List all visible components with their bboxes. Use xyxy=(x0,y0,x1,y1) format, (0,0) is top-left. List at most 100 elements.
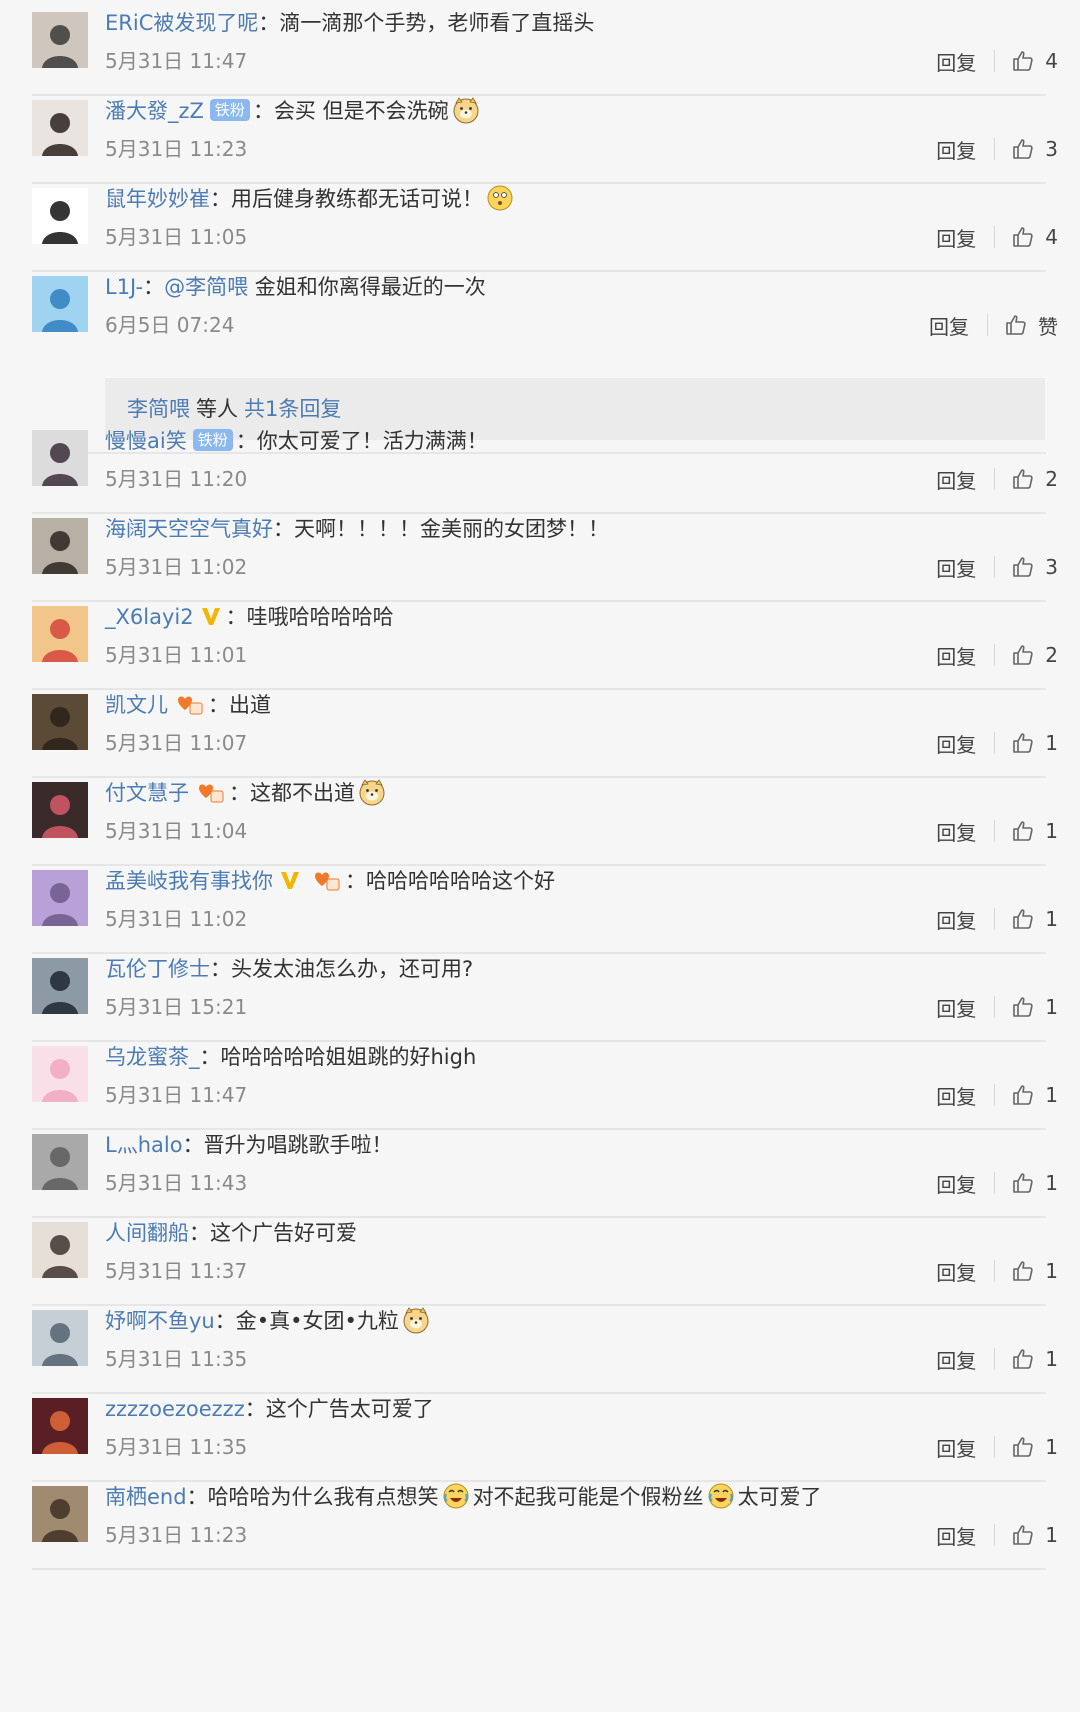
avatar[interactable] xyxy=(32,1398,88,1454)
username[interactable]: 瓦伦丁修士 xyxy=(105,957,210,981)
avatar[interactable] xyxy=(32,1310,88,1366)
comment-actions: 回复 1 xyxy=(936,1078,1058,1112)
reply-button[interactable]: 回复 xyxy=(936,465,976,494)
comment-body: _X6layi2 ：哇哦哈哈哈哈哈 xyxy=(105,600,1056,634)
like-button[interactable]: 1 xyxy=(1011,1523,1058,1547)
reply-button[interactable]: 回复 xyxy=(936,553,976,582)
comment-body: ERiC被发现了呢：滴一滴那个手势，老师看了直摇头 xyxy=(105,6,1056,40)
reply-button[interactable]: 回复 xyxy=(936,1081,976,1110)
comment-actions: 回复 1 xyxy=(936,726,1058,760)
reply-button[interactable]: 回复 xyxy=(936,817,976,846)
comment-text: 太可爱了 xyxy=(737,1485,822,1509)
avatar[interactable] xyxy=(32,606,88,662)
avatar[interactable] xyxy=(32,100,88,156)
like-button[interactable]: 2 xyxy=(1011,643,1058,667)
like-button[interactable]: 1 xyxy=(1011,1171,1058,1195)
avatar[interactable] xyxy=(32,1046,88,1102)
reply-button[interactable]: 回复 xyxy=(936,1521,976,1550)
like-button[interactable]: 1 xyxy=(1011,1083,1058,1107)
username[interactable]: 鼠年妙妙崔 xyxy=(105,187,210,211)
like-button[interactable]: 1 xyxy=(1011,819,1058,843)
username[interactable]: 人间翻船 xyxy=(105,1221,189,1245)
avatar[interactable] xyxy=(32,1222,88,1278)
username[interactable]: 孟美岐我有事找你 xyxy=(105,869,273,893)
comment-text: 用后健身教练都无话可说！ xyxy=(231,187,483,211)
comment-time: 5月31日 11:23 xyxy=(105,1523,248,1547)
avatar[interactable] xyxy=(32,958,88,1014)
avatar[interactable] xyxy=(32,870,88,926)
like-count: 4 xyxy=(1045,49,1058,73)
like-button[interactable]: 1 xyxy=(1011,995,1058,1019)
mention-link[interactable]: @李简喂 xyxy=(164,275,248,299)
username[interactable]: 凯文儿 xyxy=(105,693,168,717)
like-button[interactable]: 1 xyxy=(1011,1435,1058,1459)
like-button[interactable]: 1 xyxy=(1011,907,1058,931)
username[interactable]: ERiC被发现了呢 xyxy=(105,11,258,35)
thumbs-up-icon xyxy=(1013,909,1033,929)
separator-colon: ： xyxy=(258,11,280,35)
separator-colon: ： xyxy=(229,781,250,805)
separator-colon: ： xyxy=(210,187,231,211)
reply-button[interactable]: 回复 xyxy=(929,311,969,340)
thumbs-up-icon xyxy=(1013,227,1033,247)
avatar[interactable] xyxy=(32,12,88,68)
like-count: 4 xyxy=(1045,225,1058,249)
username[interactable]: L1J- xyxy=(105,275,143,299)
like-button[interactable]: 4 xyxy=(1011,49,1058,73)
like-count: 1 xyxy=(1045,1259,1058,1283)
like-button[interactable]: 3 xyxy=(1011,555,1058,579)
reply-button[interactable]: 回复 xyxy=(936,905,976,934)
like-button[interactable]: 1 xyxy=(1011,1347,1058,1371)
comment-item: 潘大發_zZ 铁粉 ：会买 但是不会洗碗 5月31日 11:23 回复 3 xyxy=(0,88,1080,184)
reply-button[interactable]: 回复 xyxy=(936,993,976,1022)
reply-button[interactable]: 回复 xyxy=(936,1433,976,1462)
username[interactable]: 付文慧子 xyxy=(105,781,189,805)
comment-body: 凯文儿 ：出道 xyxy=(105,688,1056,722)
avatar[interactable] xyxy=(32,518,88,574)
username[interactable]: 潘大發_zZ xyxy=(105,99,204,123)
action-divider xyxy=(994,226,996,248)
avatar[interactable] xyxy=(32,430,88,486)
like-button[interactable]: 1 xyxy=(1011,731,1058,755)
comment-text: 这都不出道 xyxy=(250,781,355,805)
username[interactable]: 妤啊不鱼yu xyxy=(105,1309,215,1333)
username[interactable]: _X6layi2 xyxy=(105,605,194,629)
avatar[interactable] xyxy=(32,276,88,332)
like-button[interactable]: 4 xyxy=(1011,225,1058,249)
like-button[interactable]: 1 xyxy=(1011,1259,1058,1283)
fan-badge-icon xyxy=(178,696,203,715)
thumbs-up-icon xyxy=(1013,645,1033,665)
reply-button[interactable]: 回复 xyxy=(936,641,976,670)
reply-button[interactable]: 回复 xyxy=(936,1257,976,1286)
username[interactable]: 海阔天空空气真好 xyxy=(105,517,273,541)
avatar[interactable] xyxy=(32,188,88,244)
username[interactable]: 乌龙蜜茶_ xyxy=(105,1045,200,1069)
separator-colon: ： xyxy=(273,517,294,541)
comment-item: L灬halo：晋升为唱跳歌手啦！ 5月31日 11:43 回复 1 xyxy=(0,1122,1080,1218)
doge-emoji xyxy=(453,97,479,124)
comment-time: 5月31日 11:20 xyxy=(105,467,248,491)
like-count: 1 xyxy=(1045,1435,1058,1459)
username[interactable]: zzzzoezoezzz xyxy=(105,1397,245,1421)
like-button[interactable]: 3 xyxy=(1011,137,1058,161)
avatar[interactable] xyxy=(32,1134,88,1190)
reply-button[interactable]: 回复 xyxy=(936,1169,976,1198)
reply-button[interactable]: 回复 xyxy=(936,135,976,164)
thumbs-up-icon xyxy=(1013,1437,1033,1457)
like-button[interactable]: 2 xyxy=(1011,467,1058,491)
avatar[interactable] xyxy=(32,694,88,750)
comment-body: 孟美岐我有事找你 ：哈哈哈哈哈哈这个好 xyxy=(105,864,1056,898)
reply-button[interactable]: 回复 xyxy=(936,47,976,76)
username[interactable]: 南栖end xyxy=(105,1485,187,1509)
username[interactable]: L灬halo xyxy=(105,1133,183,1157)
reply-button[interactable]: 回复 xyxy=(936,729,976,758)
username[interactable]: 慢慢ai笑 xyxy=(105,429,187,453)
avatar[interactable] xyxy=(32,1486,88,1542)
reply-button[interactable]: 回复 xyxy=(936,223,976,252)
like-button[interactable]: 赞 xyxy=(1004,311,1058,340)
like-count: 1 xyxy=(1045,1523,1058,1547)
reply-button[interactable]: 回复 xyxy=(936,1345,976,1374)
comment-actions: 回复 1 xyxy=(936,990,1058,1024)
avatar[interactable] xyxy=(32,782,88,838)
action-divider xyxy=(994,644,996,666)
